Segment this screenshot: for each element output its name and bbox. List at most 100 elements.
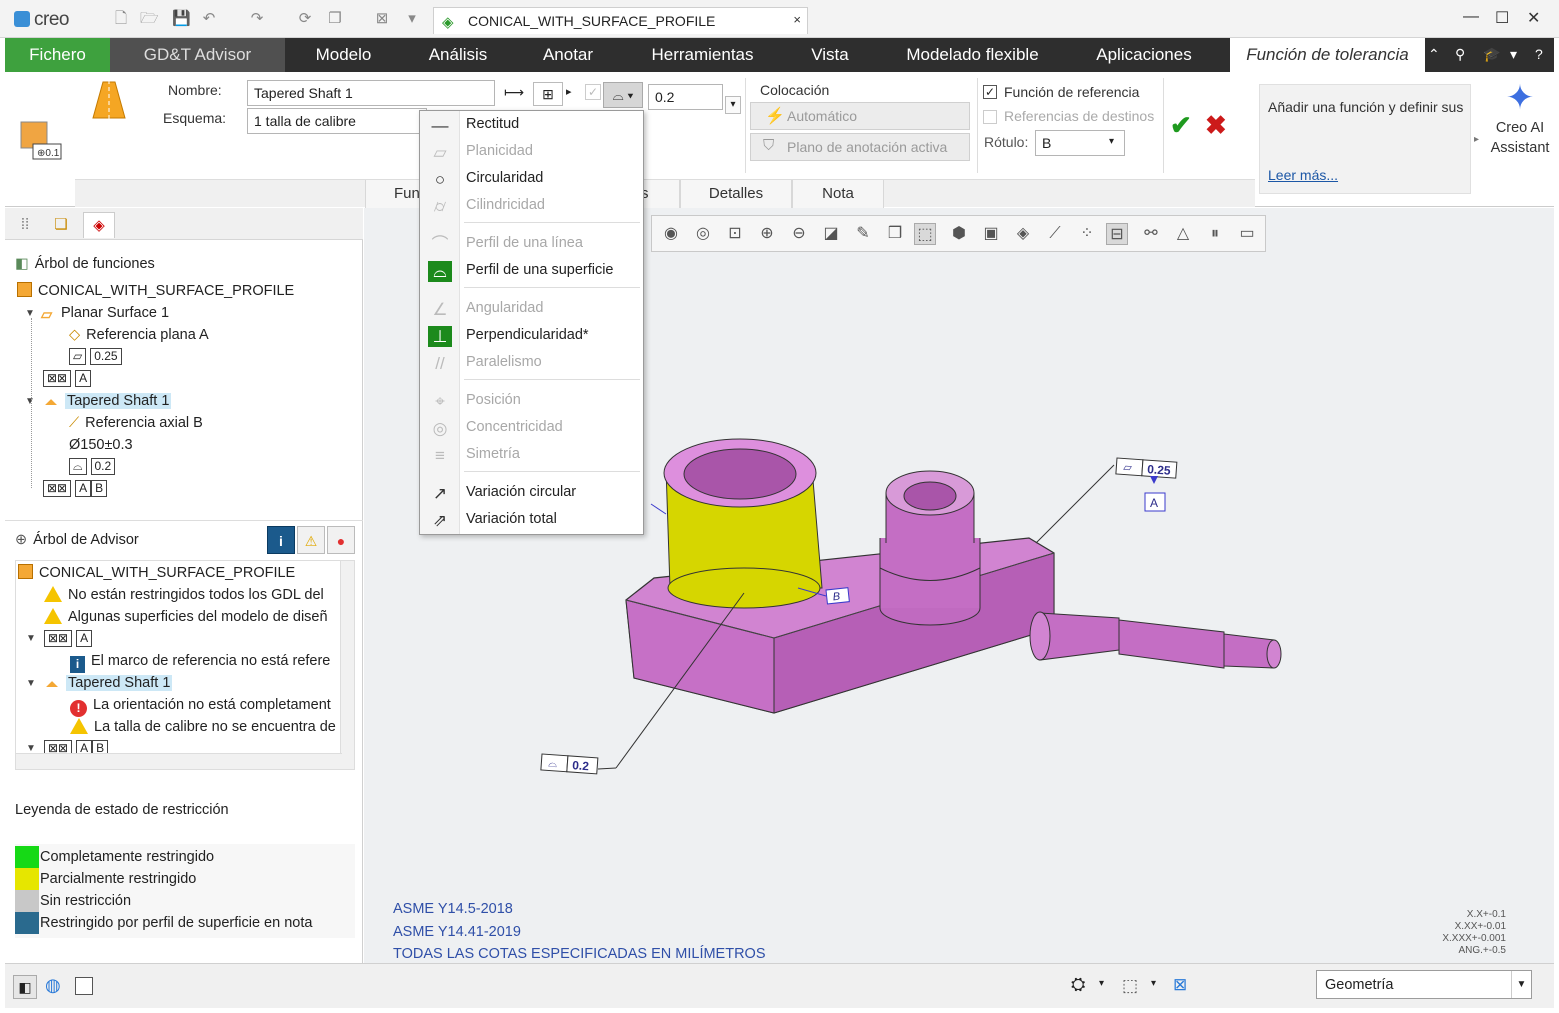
subtab-details[interactable]: Detalles	[680, 180, 792, 208]
advisor-error-1[interactable]: ! La orientación no está completament	[70, 695, 331, 717]
render-icon[interactable]: ▭	[1236, 223, 1258, 245]
tree-tapered-shaft[interactable]: ⏶ Tapered Shaft 1	[45, 391, 172, 411]
tab-flexible-modeling[interactable]: Modelado flexible	[890, 38, 1055, 72]
fullscreen-toggle-icon[interactable]	[75, 977, 93, 995]
flatness-annotation[interactable]: ▱ 0.25	[1115, 457, 1178, 479]
tolerance-feature-icon[interactable]: ⊕0.1	[17, 116, 63, 162]
dropdown-item-surface-profile[interactable]: ⌓ Perfil de una superficie	[420, 258, 643, 285]
subtab-note[interactable]: Nota	[792, 180, 884, 208]
zoom-out-icon[interactable]: ⊖	[788, 223, 810, 245]
maximize-icon[interactable]: ☐	[1495, 8, 1509, 28]
layers-tab-icon[interactable]: ❏	[45, 212, 77, 238]
geometric-characteristic-button[interactable]: ⌓ ▾	[603, 82, 643, 108]
advisor-warning-3[interactable]: La talla de calibre no se encuentra de	[70, 717, 336, 737]
info-filter-icon[interactable]: i	[267, 526, 295, 554]
active-annotation-plane-button[interactable]: ⛉ Plano de anotación activa	[750, 133, 970, 161]
subtab-feature[interactable]: Func	[365, 180, 427, 208]
search-icon[interactable]: ⚲	[1455, 46, 1465, 63]
zoom-in-icon[interactable]: ⊕	[756, 223, 778, 245]
perspective-icon[interactable]: ▣	[980, 223, 1002, 245]
tolerance-toggle-checkbox[interactable]: ✓	[585, 84, 601, 100]
error-filter-icon[interactable]: ●	[327, 526, 355, 554]
section-icon[interactable]: ◈	[1012, 223, 1034, 245]
dropdown-item-total-runout[interactable]: ⇗ Variación total	[420, 507, 643, 534]
close-icon[interactable]: ✕	[1527, 8, 1540, 28]
advisor-root[interactable]: CONICAL_WITH_SURFACE_PROFILE	[18, 563, 295, 583]
collapse-ribbon-icon[interactable]: ⌃	[1428, 46, 1440, 63]
automatic-button[interactable]: ⚡ Automático	[750, 102, 970, 130]
vertical-scrollbar[interactable]	[340, 561, 354, 769]
box-select-icon[interactable]: ⬚	[1122, 976, 1138, 996]
tree-profile[interactable]: ⌓ 0.2	[69, 456, 119, 476]
pause-icon[interactable]: ⏸	[1204, 223, 1226, 245]
gdt-advisor-tab-icon[interactable]: ◈	[83, 212, 115, 238]
collapse-arrow-icon[interactable]: ▼	[26, 678, 36, 689]
find-arrow-icon[interactable]: ▾	[1099, 978, 1104, 989]
tree-axis-ref[interactable]: ⟋ Referencia axial B	[69, 413, 203, 433]
network-icon[interactable]: ⚯	[1140, 223, 1162, 245]
named-views-icon[interactable]: ⬢	[948, 223, 970, 245]
reference-targets-checkbox[interactable]	[983, 110, 997, 124]
horizontal-scrollbar[interactable]	[16, 753, 342, 769]
tab-analysis[interactable]: Análisis	[413, 38, 503, 72]
name-field[interactable]: Tapered Shaft 1	[247, 80, 495, 106]
document-tab[interactable]: ◈ CONICAL_WITH_SURFACE_PROFILE ×	[433, 7, 808, 34]
tree-flatness[interactable]: ▱ 0.25	[69, 346, 126, 366]
repaint-icon[interactable]: ◪	[820, 223, 842, 245]
advisor-tapered[interactable]: ⏶ Tapered Shaft 1	[46, 673, 173, 693]
tab-file[interactable]: Fichero	[5, 38, 110, 72]
new-file-icon[interactable]: 🗋	[112, 10, 130, 28]
collapse-arrow-icon[interactable]: ▼	[26, 633, 36, 644]
display-style-icon[interactable]: ⬚	[914, 223, 936, 245]
view-manager-eye-icon[interactable]: ◉	[660, 223, 682, 245]
collapse-arrow-icon[interactable]: ▼	[25, 396, 35, 407]
customize-toolbar-icon[interactable]: ▾	[403, 10, 421, 28]
advisor-warning-2[interactable]: Algunas superficies del modelo de diseñ	[44, 607, 328, 627]
chevron-down-icon[interactable]: ▼	[1511, 971, 1531, 998]
minimize-icon[interactable]: —	[1463, 8, 1479, 26]
close-window-icon[interactable]: ⊠	[373, 10, 391, 28]
size-dimension-icon[interactable]: ⟼	[500, 84, 528, 106]
tolerance-value-field[interactable]: 0.2	[648, 84, 723, 110]
tab-model[interactable]: Modelo	[295, 38, 392, 72]
appearance-icon[interactable]: ◎	[692, 223, 714, 245]
profile-annotation[interactable]: ⌓ 0.2	[540, 753, 599, 775]
read-more-link[interactable]: Leer más...	[1268, 167, 1338, 183]
accept-check-icon[interactable]: ✔	[1170, 110, 1192, 141]
select-arrow-icon[interactable]: ▾	[1151, 978, 1156, 989]
tolerance-dropdown-arrow[interactable]: ▾	[725, 96, 741, 114]
learning-icon[interactable]: 🎓	[1483, 46, 1500, 63]
model-tree-tab-icon[interactable]: ⁞⁞	[9, 212, 41, 238]
reference-feature-checkbox[interactable]: ✓	[983, 85, 997, 99]
tab-view[interactable]: Vista	[790, 38, 870, 72]
datum-display-icon[interactable]: ⟋	[1044, 223, 1066, 245]
advisor-info-1[interactable]: i El marco de referencia no está refere	[70, 651, 330, 673]
selection-filter-select[interactable]: Geometría ▼	[1316, 970, 1532, 999]
help-icon[interactable]: ?	[1535, 46, 1543, 62]
expand-arrow-icon[interactable]: ▸	[566, 85, 572, 98]
tree-diameter[interactable]: Ø150±0.3	[69, 435, 133, 455]
datum-insert-icon[interactable]: ⊞	[533, 82, 563, 106]
tab-gdt-advisor[interactable]: GD&T Advisor	[110, 38, 285, 72]
cancel-x-icon[interactable]: ✖	[1205, 110, 1227, 141]
redo-icon[interactable]: ↷	[248, 10, 266, 28]
dropdown-item-straightness[interactable]: — Rectitud	[420, 112, 643, 139]
save-icon[interactable]: 💾	[172, 10, 191, 28]
tree-datum-frame-a[interactable]: ⊠⊠ A	[43, 368, 95, 388]
annotation-plane-icon[interactable]: ⊟	[1106, 223, 1128, 245]
scheme-select[interactable]: 1 talla de calibre	[247, 108, 427, 134]
tree-datum-frame-ab[interactable]: ⊠⊠ A B	[43, 478, 111, 498]
dropdown-item-circularity[interactable]: ○ Circularidad	[420, 166, 643, 193]
warning-filter-icon[interactable]: ⚠	[297, 526, 325, 554]
annotation-display-icon[interactable]: ⁘	[1076, 223, 1098, 245]
datum-b-symbol[interactable]: B	[825, 587, 850, 605]
tree-planar-ref[interactable]: ◇ Referencia plana A	[69, 325, 209, 345]
close-tab-icon[interactable]: ×	[793, 12, 801, 27]
dropdown-item-perpendicularity[interactable]: ⊥ Perpendicularidad*	[420, 323, 643, 350]
regenerate-icon[interactable]: ⟳	[296, 10, 314, 28]
tree-planar-surface[interactable]: ▱ Planar Surface 1	[41, 303, 169, 323]
tab-applications[interactable]: Aplicaciones	[1075, 38, 1213, 72]
tree-root[interactable]: CONICAL_WITH_SURFACE_PROFILE	[17, 281, 294, 301]
navigator-toggle-icon[interactable]: ◧	[13, 975, 37, 999]
dropdown-item-circular-runout[interactable]: ↗ Variación circular	[420, 480, 643, 507]
